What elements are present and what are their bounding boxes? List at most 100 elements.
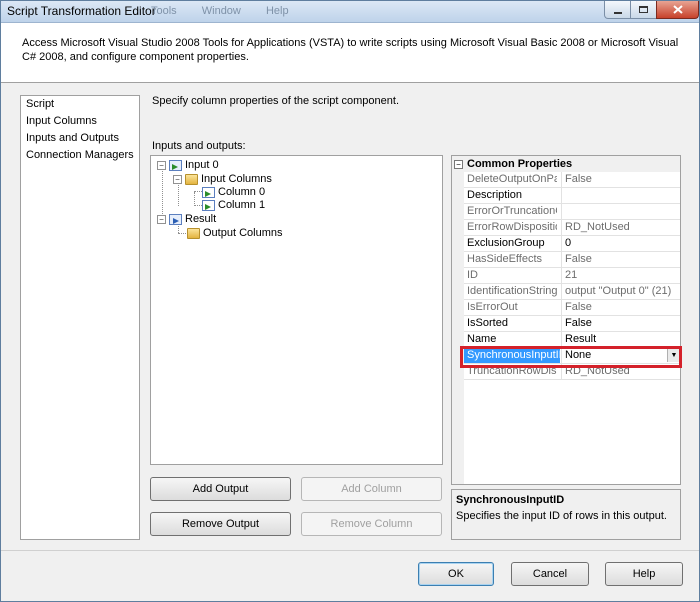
property-name: IsErrorOut [467,301,518,313]
property-row-iserrorout[interactable]: IsErrorOut False [464,300,680,316]
collapse-icon[interactable]: − [454,159,463,169]
tree-node-result[interactable]: − Result [157,212,216,226]
instruction-text: Specify column properties of the script … [152,95,400,107]
tree-node-label: Output Columns [203,227,283,239]
property-value: False [561,252,680,267]
property-description-text: Specifies the input ID of rows in this o… [456,510,667,522]
help-button[interactable]: Help [605,562,683,586]
output-icon [169,213,182,225]
script-transformation-editor-window: Script Transformation Editor Tools Windo… [0,0,700,602]
property-row-identificationstring[interactable]: IdentificationString output "Output 0" (… [464,284,680,300]
close-button[interactable] [656,1,699,19]
title-bar[interactable]: Script Transformation Editor Tools Windo… [1,1,699,23]
property-name: ErrorOrTruncationOperation [467,205,557,217]
folder-icon [187,227,200,239]
property-name: ExclusionGroup [467,237,545,249]
property-row-errorortruncationoperation[interactable]: ErrorOrTruncationOperation [464,204,680,220]
cancel-button[interactable]: Cancel [511,562,589,586]
footer-divider [1,550,699,551]
column-icon [202,186,215,198]
property-name: TruncationRowDisposition [467,365,557,377]
property-value[interactable]: Result [561,332,680,347]
dropdown-arrow-icon[interactable]: ▼ [667,349,680,362]
property-description-panel: SynchronousInputID Specifies the input I… [451,489,681,540]
minimize-button[interactable] [604,1,631,19]
ok-button[interactable]: OK [418,562,494,586]
page-navigation-list: Script Input Columns Inputs and Outputs … [20,95,140,540]
collapse-icon[interactable]: − [157,214,166,224]
property-name: DeleteOutputOnPathDetached [467,173,557,185]
property-name: IdentificationString [467,285,557,297]
tree-node-label: Input Columns [201,173,272,185]
property-value[interactable] [561,188,680,203]
window-title: Script Transformation Editor [7,4,156,18]
tree-node-label: Input 0 [185,159,219,171]
property-description-title: SynchronousInputID [456,494,565,506]
nav-item-inputs-and-outputs[interactable]: Inputs and Outputs [26,132,119,148]
minimize-icon [613,11,622,14]
collapse-icon[interactable]: − [173,174,182,184]
property-row-synchronousinputid[interactable]: SynchronousInputID None ▼ [464,348,680,364]
property-row-deleteoutputonpathdetached[interactable]: DeleteOutputOnPathDetached False [464,172,680,188]
property-grid: − Common Properties DeleteOutputOnPathDe… [451,155,681,485]
background-menu-ghost: Tools Window Help [151,5,311,17]
property-name: Description [467,189,523,201]
property-row-name[interactable]: Name Result [464,332,680,348]
property-name: HasSideEffects [467,253,543,265]
property-name: Name [467,333,497,345]
property-name: SynchronousInputID [464,349,560,363]
tree-node-label: Column 1 [218,199,266,211]
header-panel: Access Microsoft Visual Studio 2008 Tool… [1,23,699,83]
inputs-outputs-tree: − Input 0 − Input Columns Column 0 Colum… [150,155,443,465]
property-value: None [565,349,592,361]
header-description: Access Microsoft Visual Studio 2008 Tool… [22,37,679,63]
property-value: RD_NotUsed [561,220,680,235]
property-value [561,204,680,219]
property-value[interactable]: 0 [561,236,680,251]
property-row-hassideeffects[interactable]: HasSideEffects False [464,252,680,268]
nav-item-input-columns[interactable]: Input Columns [26,115,97,131]
property-name: IsSorted [467,317,508,329]
inputs-outputs-label: Inputs and outputs: [152,140,246,152]
column-icon [202,199,215,211]
synchronousinputid-dropdown[interactable]: None ▼ [561,348,680,363]
add-output-button[interactable]: Add Output [150,477,291,501]
property-category-label: Common Properties [467,158,573,170]
collapse-icon[interactable]: − [157,160,166,170]
property-name: ErrorRowDisposition [467,221,557,233]
property-row-issorted[interactable]: IsSorted False [464,316,680,332]
nav-item-connection-managers[interactable]: Connection Managers [26,149,134,165]
property-category-row[interactable]: − Common Properties [452,156,680,172]
tree-node-input-columns[interactable]: − Input Columns [173,172,272,186]
maximize-button[interactable] [630,1,657,19]
property-row-truncationrowdisposition[interactable]: TruncationRowDisposition RD_NotUsed [464,364,680,380]
close-icon [672,5,683,14]
maximize-icon [639,6,648,13]
property-value: RD_NotUsed [561,364,680,379]
remove-output-button[interactable]: Remove Output [150,512,291,536]
remove-column-button[interactable]: Remove Column [301,512,442,536]
nav-item-script[interactable]: Script [26,98,54,114]
tree-node-output-columns[interactable]: Output Columns [187,226,282,240]
ghost-menu-window: Window [201,5,241,17]
tree-node-column0[interactable]: Column 0 [202,185,265,199]
property-value: False [561,172,680,187]
tree-node-column1[interactable]: Column 1 [202,198,265,212]
property-row-exclusiongroup[interactable]: ExclusionGroup 0 [464,236,680,252]
property-value[interactable]: False [561,316,680,331]
property-grid-margin [452,156,464,484]
property-row-description[interactable]: Description [464,188,680,204]
tree-node-input0[interactable]: − Input 0 [157,158,219,172]
add-column-button[interactable]: Add Column [301,477,442,501]
property-value: False [561,300,680,315]
tree-node-label: Column 0 [218,186,266,198]
ghost-menu-help: Help [265,5,289,17]
property-row-errorrowdisposition[interactable]: ErrorRowDisposition RD_NotUsed [464,220,680,236]
ghost-menu-tools: Tools [151,5,177,17]
property-value: 21 [561,268,680,283]
input-icon [169,159,182,171]
tree-node-label: Result [185,213,217,225]
property-row-id[interactable]: ID 21 [464,268,680,284]
property-value: output "Output 0" (21) [561,284,680,299]
tree-connector [194,192,195,206]
